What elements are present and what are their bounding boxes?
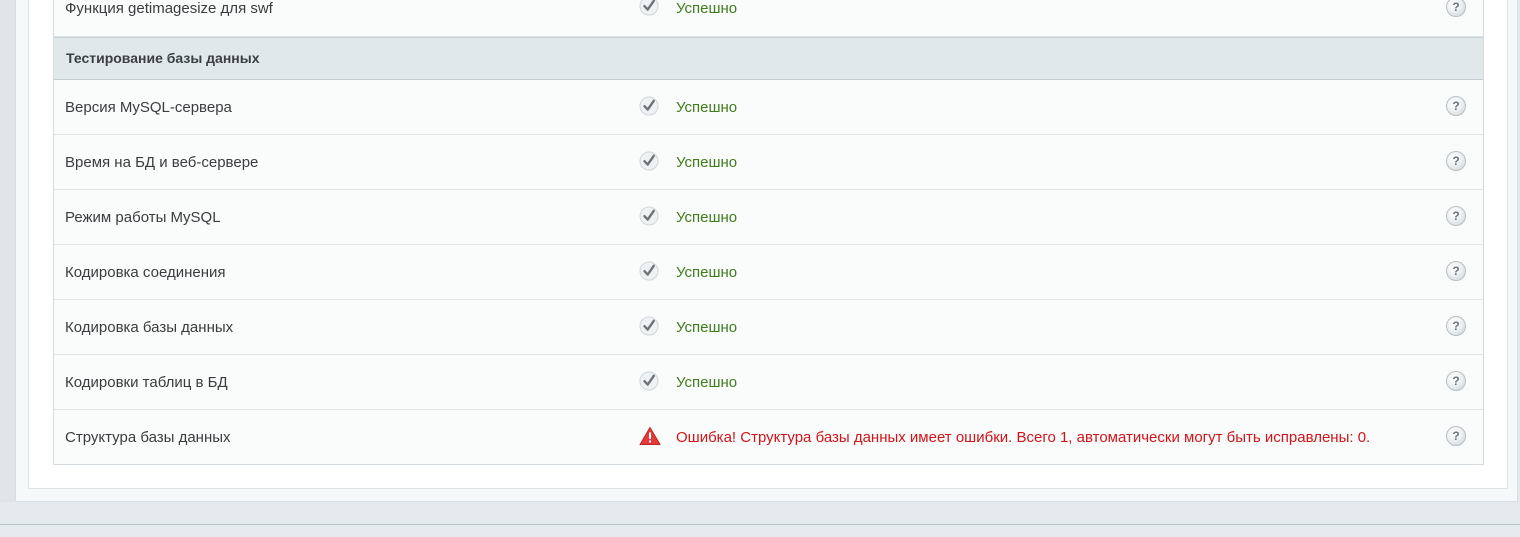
help-icon[interactable]: ? [1446,96,1466,116]
check-name: Режим работы MySQL [65,209,221,226]
status-text: Успешно [676,374,738,391]
status-text: Успешно [676,0,738,17]
check-name: Функция getimagesize для swf [65,0,273,17]
help-icon[interactable]: ? [1446,206,1466,226]
checkmark-icon [639,316,659,336]
help-icon[interactable]: ? [1446,371,1466,391]
help-icon[interactable]: ? [1446,151,1466,171]
checkmark-icon [639,371,659,391]
section-title: Тестирование базы данных [66,50,260,66]
status-text: Успешно [676,264,738,281]
table-row: Режим работы MySQL Успешно? [54,190,1483,245]
check-name: Время на БД и веб-сервере [65,154,259,171]
checkmark-icon [639,151,659,171]
check-name: Структура базы данных [65,429,231,446]
help-icon[interactable]: ? [1446,261,1466,281]
table-row: Кодировка соединения Успешно? [54,245,1483,300]
checkmark-icon [639,261,659,281]
status-text: Ошибка! Структура базы данных имеет ошиб… [676,429,1371,446]
checkmark-icon [639,0,659,16]
table-row: Кодировка базы данных Успешно? [54,300,1483,355]
table-row: Кодировки таблиц в БД Успешно? [54,355,1483,410]
warning-triangle-icon [639,426,661,446]
check-name: Кодировка соединения [65,264,226,281]
site-check-table: Функция getimagesize для swf Успешно ? Т… [53,0,1484,465]
table-row: Версия MySQL-сервера Успешно? [54,80,1483,135]
status-text: Успешно [676,99,738,116]
check-name: Кодировки таблиц в БД [65,374,228,391]
table-row: Функция getimagesize для swf Успешно ? [54,0,1483,37]
table-row: Время на БД и веб-сервере Успешно? [54,135,1483,190]
help-icon[interactable]: ? [1446,426,1466,446]
help-icon[interactable]: ? [1446,316,1466,336]
section-header: Тестирование базы данных [54,37,1483,80]
check-name: Версия MySQL-сервера [65,99,232,116]
check-name: Кодировка базы данных [65,319,234,336]
footer [0,525,1520,537]
status-text: Успешно [676,154,738,171]
status-text: Успешно [676,319,738,336]
page-margin [0,0,16,502]
status-text: Успешно [676,209,738,226]
help-icon[interactable]: ? [1446,0,1466,17]
checkmark-icon [639,96,659,116]
table-row: Структура базы данных Ошибка! Структура б… [54,410,1483,464]
checkmark-icon [639,206,659,226]
